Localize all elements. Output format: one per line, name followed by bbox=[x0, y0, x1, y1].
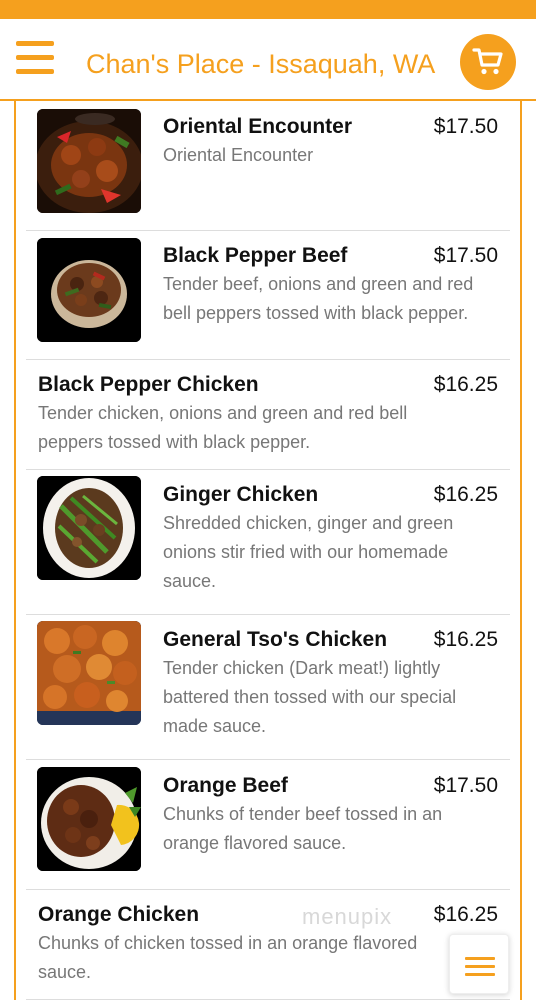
item-name: Orange Chicken bbox=[38, 903, 200, 926]
dish-photo bbox=[37, 238, 141, 342]
item-price: $17.50 bbox=[433, 774, 498, 797]
item-description: Tender chicken, onions and green and red… bbox=[38, 403, 408, 452]
item-name: Ginger Chicken bbox=[163, 483, 319, 506]
item-price: $17.50 bbox=[433, 244, 498, 267]
item-description: Oriental Encounter bbox=[163, 145, 314, 165]
watermark: menupix bbox=[302, 904, 393, 929]
hamburger-menu-icon[interactable] bbox=[16, 41, 54, 75]
item-name: Oriental Encounter bbox=[163, 115, 353, 138]
item-name: General Tso's Chicken bbox=[163, 628, 388, 651]
menu-item[interactable]: Orange Chicken $16.25 Chunks of chicken … bbox=[26, 890, 510, 1000]
menu-list: Oriental Encounter $17.50 Oriental Encou… bbox=[14, 101, 522, 1000]
menu-item[interactable]: General Tso's Chicken $16.25 Tender chic… bbox=[26, 615, 510, 760]
dish-photo bbox=[37, 476, 141, 580]
dish-photo bbox=[37, 621, 141, 725]
item-description: Chunks of chicken tossed in an orange fl… bbox=[38, 933, 418, 982]
dish-photo bbox=[37, 767, 141, 871]
item-name: Orange Beef bbox=[163, 774, 288, 797]
item-description: Tender chicken (Dark meat!) lightly batt… bbox=[163, 658, 457, 736]
item-description: Shredded chicken, ginger and green onion… bbox=[163, 513, 454, 591]
shopping-cart-icon bbox=[472, 48, 503, 75]
item-price: $16.25 bbox=[433, 483, 498, 506]
page-title: Chan's Place - Issaquah, WA bbox=[86, 49, 436, 79]
menu-item[interactable]: Black Pepper Beef $17.50 Tender beef, on… bbox=[26, 231, 510, 360]
item-price: $16.25 bbox=[433, 373, 498, 396]
item-description: Tender beef, onions and green and red be… bbox=[163, 274, 474, 323]
status-strip bbox=[0, 0, 536, 19]
item-price: $16.25 bbox=[433, 903, 498, 926]
menu-item[interactable]: Black Pepper Chicken $16.25 Tender chick… bbox=[26, 360, 510, 470]
menu-item[interactable]: Oriental Encounter $17.50 Oriental Encou… bbox=[26, 101, 510, 231]
item-price: $16.25 bbox=[433, 628, 498, 651]
dish-photo bbox=[37, 109, 141, 213]
item-description: Chunks of tender beef tossed in an orang… bbox=[163, 804, 443, 853]
app-header: Chan's Place - Issaquah, WA bbox=[0, 19, 536, 101]
item-name: Black Pepper Chicken bbox=[38, 373, 259, 396]
menu-icon[interactable] bbox=[449, 934, 509, 994]
item-price: $17.50 bbox=[433, 115, 498, 138]
menu-item[interactable]: Ginger Chicken $16.25 Shredded chicken, … bbox=[26, 470, 510, 615]
item-name: Black Pepper Beef bbox=[163, 244, 348, 267]
cart-button[interactable] bbox=[460, 34, 516, 90]
menu-item[interactable]: Orange Beef $17.50 Chunks of tender beef… bbox=[26, 760, 510, 890]
